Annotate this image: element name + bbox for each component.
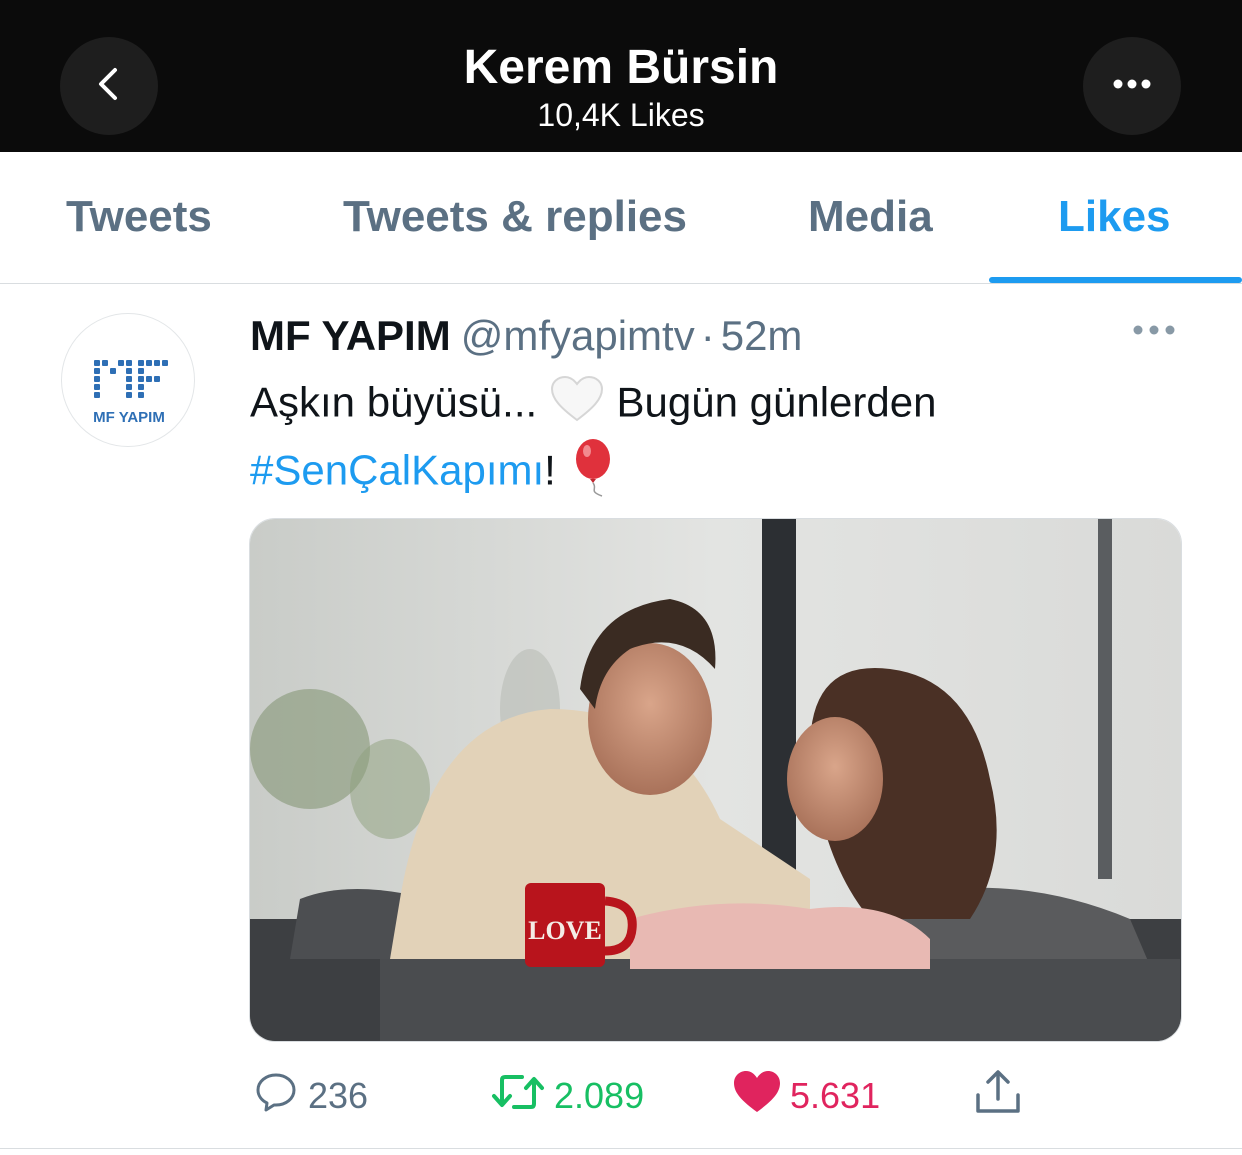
likes-count: 10,4K Likes (537, 97, 705, 133)
more-options-button[interactable] (1083, 37, 1181, 135)
tab-media[interactable]: Media (808, 192, 933, 242)
profile-header: Kerem Bürsin 10,4K Likes (0, 0, 1242, 152)
divider (0, 1148, 1242, 1149)
like-button[interactable]: 5.631 (732, 1068, 880, 1124)
separator-dot: · (700, 312, 715, 359)
retweet-button[interactable]: 2.089 (490, 1068, 644, 1124)
hashtag-link[interactable]: #SenÇalKapımı (250, 447, 544, 494)
more-horizontal-icon (1132, 323, 1176, 340)
reply-icon (252, 1068, 308, 1125)
tweet-time[interactable]: 52m (721, 312, 803, 359)
avatar-logo-text: MF YAPIM (93, 409, 165, 426)
author-handle[interactable]: @mfyapimtv (461, 312, 695, 359)
profile-tabs: Tweets Tweets & replies Media Likes (0, 152, 1242, 284)
tweet-text-part1: Aşkın büyüsü... (250, 378, 538, 426)
active-tab-indicator (989, 277, 1242, 283)
tweet-media-image[interactable]: LOVE (249, 518, 1182, 1042)
author-name[interactable]: MF YAPIM (250, 312, 451, 359)
like-count: 5.631 (790, 1075, 881, 1116)
profile-name: Kerem Bürsin (463, 41, 779, 94)
share-button[interactable] (972, 1068, 1032, 1124)
mug-text: LOVE (528, 916, 602, 945)
retweet-icon (490, 1068, 554, 1125)
tweet-text: Aşkın büyüsü... Bugün günlerden #SenÇalK… (250, 374, 1190, 510)
tweet-actions: 236 2.089 5.631 (0, 1068, 1242, 1128)
share-icon (972, 1067, 1032, 1126)
reply-button[interactable]: 236 (252, 1068, 368, 1124)
tab-tweets[interactable]: Tweets (66, 192, 212, 242)
white-heart-emoji (549, 374, 605, 437)
avatar[interactable]: MF YAPIM (61, 313, 195, 447)
tab-likes[interactable]: Likes (1058, 192, 1171, 242)
more-horizontal-icon (1112, 77, 1152, 95)
reply-count: 236 (308, 1075, 369, 1116)
tweet-text-part2: Bugün günlerden (616, 378, 937, 426)
tweet-header: MF YAPIM @mfyapimtv · 52m (250, 312, 802, 360)
tweet-more-button[interactable] (1132, 323, 1176, 341)
retweet-count: 2.089 (554, 1075, 645, 1116)
balloon-emoji (568, 437, 618, 510)
tweet-text-end: ! (544, 446, 556, 494)
tab-tweets-replies[interactable]: Tweets & replies (343, 192, 687, 242)
heart-icon (732, 1069, 790, 1124)
